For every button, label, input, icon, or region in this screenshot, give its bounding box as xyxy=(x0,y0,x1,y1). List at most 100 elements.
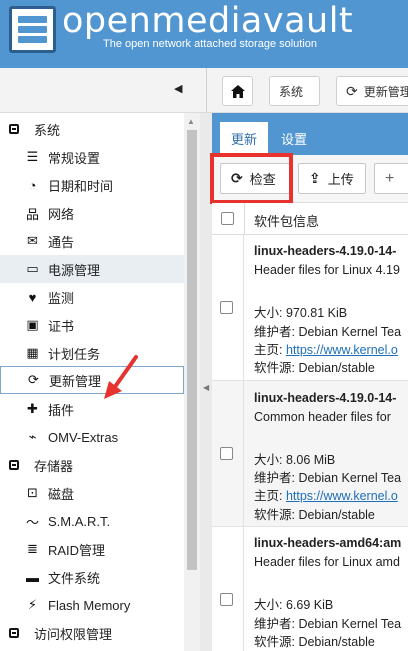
sidebar-nav: 系统 ☰ 常规设置 ◔ 日期和时间 品 网络 ✉ 通告 ▭ 电源管理 ♥ 监测 … xyxy=(0,113,200,651)
add-button[interactable]: + xyxy=(374,163,408,194)
upload-icon: ⇪ xyxy=(309,170,321,186)
sidebar-item-certificates[interactable]: ▣ 证书 xyxy=(0,311,184,339)
row-checkbox[interactable] xyxy=(220,447,233,460)
sidebar-group-storage[interactable]: 存储器 xyxy=(0,451,184,479)
sidebar-item-network[interactable]: 品 网络 xyxy=(0,199,184,227)
home-icon xyxy=(230,84,245,98)
sidebar-group-access-rights[interactable]: 访问权限管理 xyxy=(0,619,184,647)
sidebar-item-scheduled-jobs[interactable]: ▦ 计划任务 xyxy=(0,339,184,367)
table-row[interactable]: linux-headers-4.19.0-14- Header files fo… xyxy=(212,235,408,381)
package-homepage: 主页: https://www.kernel.o xyxy=(254,339,398,358)
package-name: linux-headers-4.19.0-14- xyxy=(254,244,397,258)
sidebar-item-raid[interactable]: ≣ RAID管理 xyxy=(0,535,184,563)
homepage-link[interactable]: https://www.kernel.o xyxy=(286,343,398,357)
raid-icon: ≣ xyxy=(27,541,38,556)
table-row[interactable]: linux-headers-amd64:am Header files for … xyxy=(212,527,408,651)
annotation-highlight-frame xyxy=(210,153,293,204)
sidebar-item-label: 文件系统 xyxy=(48,570,101,586)
collapse-nav-icon[interactable]: ◀ xyxy=(174,82,182,95)
breadcrumb-system[interactable]: 系统 xyxy=(269,76,320,106)
folder-icon: ▬ xyxy=(26,569,39,585)
upload-button[interactable]: ⇪ 上传 xyxy=(298,163,366,194)
sidebar-item-label: 电源管理 xyxy=(48,262,101,278)
breadcrumb-update-management[interactable]: ⟳ 更新管理 xyxy=(336,76,408,106)
envelope-icon: ✉ xyxy=(27,233,38,248)
sidebar-item-label: 更新管理 xyxy=(49,373,102,389)
certificate-icon: ▣ xyxy=(26,317,39,332)
sidebar-item-date-time[interactable]: ◔ 日期和时间 xyxy=(0,171,184,199)
homepage-link[interactable]: https://www.kernel.o xyxy=(286,489,398,503)
homepage-label: 主页: xyxy=(254,489,286,503)
sidebar-item-monitoring[interactable]: ♥ 监测 xyxy=(0,283,184,311)
package-homepage: 主页: https://www.kernel.o xyxy=(254,485,398,504)
storage-square-icon xyxy=(6,458,21,473)
package-name: linux-headers-amd64:am xyxy=(254,536,402,550)
sidebar-item-smart[interactable]: 〜 S.M.A.R.T. xyxy=(0,507,184,535)
tab-settings[interactable]: 设置 xyxy=(270,122,318,155)
sidebar-item-omv-extras[interactable]: ⌁ OMV-Extras xyxy=(0,423,184,451)
network-icon: 品 xyxy=(25,206,39,222)
package-description: Common header files for xyxy=(254,410,391,424)
sidebar-item-power-management[interactable]: ▭ 电源管理 xyxy=(0,255,184,283)
package-source: 软件源: Debian/stable xyxy=(254,361,375,375)
sidebar-item-notification[interactable]: ✉ 通告 xyxy=(0,227,184,255)
table-row[interactable]: linux-headers-4.19.0-14- Common header f… xyxy=(212,381,408,527)
row-checkbox-cell xyxy=(212,527,244,651)
app-header: openmediavault The open network attached… xyxy=(0,0,408,68)
sidebar-group-system[interactable]: 系统 xyxy=(0,115,184,143)
breadcrumb-update-label: 更新管理 xyxy=(363,84,408,99)
table-header: 软件包信息 xyxy=(212,203,408,235)
sidebar-item-label: RAID管理 xyxy=(48,542,106,558)
sidebar-item-label: 监测 xyxy=(48,290,75,306)
sidebar-item-label: 网络 xyxy=(48,206,75,222)
sidebar-item-label: 日期和时间 xyxy=(48,178,114,194)
sidebar-item-label: 访问权限管理 xyxy=(34,626,113,642)
main-tabbar: 更新 设置 xyxy=(212,113,408,155)
scroll-up-arrow-icon[interactable]: ▲ xyxy=(187,117,195,126)
row-checkbox[interactable] xyxy=(220,301,233,314)
package-maintainer: 维护者: Debian Kernel Tea xyxy=(254,471,402,485)
column-separator xyxy=(244,203,245,235)
sidebar-item-filesystems[interactable]: ▬ 文件系统 xyxy=(0,563,184,591)
sidebar-item-label: 通告 xyxy=(48,234,75,250)
annotation-arrow-icon xyxy=(104,355,138,399)
sidebar-item-label: 存储器 xyxy=(34,458,74,474)
pulse-icon: 〜 xyxy=(25,514,39,530)
sidebar-item-label: 系统 xyxy=(34,122,61,138)
home-button[interactable] xyxy=(222,76,253,106)
row-checkbox[interactable] xyxy=(220,593,233,606)
heartbeat-icon: ♥ xyxy=(28,289,37,305)
toolbar-divider xyxy=(206,68,207,113)
sidebar-item-label: 磁盘 xyxy=(48,486,75,502)
sidebar-item-flash-memory[interactable]: ⚡ Flash Memory xyxy=(0,591,184,619)
tab-updates[interactable]: 更新 xyxy=(220,122,269,155)
plug-icon: ⌁ xyxy=(28,429,37,444)
package-maintainer: 维护者: Debian Kernel Tea xyxy=(254,617,402,631)
sidebar-item-plugins[interactable]: ✚ 插件 xyxy=(0,395,184,423)
package-source: 软件源: Debian/stable xyxy=(254,508,375,522)
package-description: Header files for Linux 4.19 xyxy=(254,263,400,277)
row-checkbox-cell xyxy=(212,235,244,381)
sidebar-item-general-settings[interactable]: ☰ 常规设置 xyxy=(0,143,184,171)
sidebar-item-update-management[interactable]: ⟳ 更新管理 xyxy=(0,366,184,394)
openmediavault-logo-icon xyxy=(9,6,56,53)
add-icon: + xyxy=(385,169,395,187)
top-toolbar: ◀ 系统 ⟳ 更新管理 xyxy=(0,68,408,113)
select-all-checkbox[interactable] xyxy=(221,212,234,225)
sidebar-item-label: 常规设置 xyxy=(48,150,101,166)
package-size: 大小: 970.81 KiB xyxy=(254,306,348,320)
upload-button-label: 上传 xyxy=(327,172,354,187)
homepage-label: 主页: xyxy=(254,343,286,357)
splitter-collapse-icon[interactable]: ◀ xyxy=(203,383,209,392)
refresh-icon: ⟳ xyxy=(346,82,358,99)
battery-icon: ▭ xyxy=(26,261,39,276)
clock-icon: ◔ xyxy=(28,177,37,193)
puzzle-icon: ✚ xyxy=(27,401,38,416)
sidebar-item-disks[interactable]: ⊡ 磁盘 xyxy=(0,479,184,507)
sidebar-item-label: OMV-Extras xyxy=(48,429,119,445)
refresh-icon: ⟳ xyxy=(28,372,39,387)
sidebar-scroll-thumb[interactable] xyxy=(187,130,197,570)
column-package-info[interactable]: 软件包信息 xyxy=(254,211,319,230)
package-size: 大小: 8.06 MiB xyxy=(254,453,336,467)
package-maintainer: 维护者: Debian Kernel Tea xyxy=(254,325,402,339)
